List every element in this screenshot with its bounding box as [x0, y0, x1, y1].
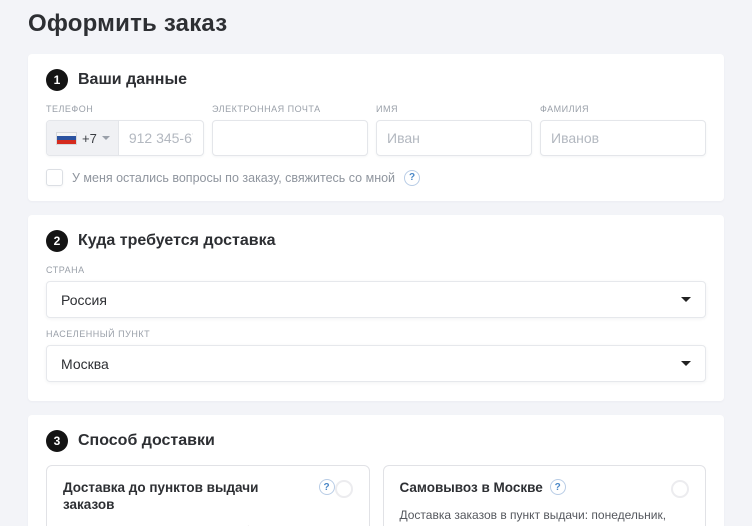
chevron-down-icon: [102, 136, 110, 140]
city-field-group: Населенный пункт Москва: [46, 329, 706, 382]
section-personal-title: Ваши данные: [78, 71, 187, 89]
section-personal-header: 1 Ваши данные: [46, 69, 706, 91]
last-name-field-group: Фамилия: [540, 104, 706, 156]
first-name-label: Имя: [376, 104, 532, 114]
delivery-option-title: Доставка до пунктов выдачи заказов: [63, 480, 312, 514]
delivery-option-help-icon[interactable]: ?: [550, 479, 566, 495]
country-select-value: Россия: [61, 292, 107, 308]
email-input[interactable]: [213, 121, 367, 155]
last-name-label: Фамилия: [540, 104, 706, 114]
section-personal-data: 1 Ваши данные Телефон +7 Эл: [28, 54, 724, 201]
checkout-page: Оформить заказ 1 Ваши данные Телефон +7: [0, 0, 752, 526]
delivery-option-pickup-points[interactable]: Доставка до пунктов выдачи заказов ? 5po…: [46, 465, 370, 526]
callback-checkbox-row: У меня остались вопросы по заказу, свяжи…: [46, 169, 706, 186]
delivery-option-title: Самовывоз в Москве: [400, 480, 543, 497]
delivery-options-row: Доставка до пунктов выдачи заказов ? 5po…: [46, 465, 706, 526]
step-1-badge: 1: [46, 69, 68, 91]
section-method-header: 3 Способ доставки: [46, 430, 706, 452]
section-method-title: Способ доставки: [78, 432, 215, 450]
email-label: Электронная почта: [212, 104, 368, 114]
delivery-option-radio[interactable]: [671, 480, 689, 498]
city-select-value: Москва: [61, 356, 109, 372]
first-name-input[interactable]: [377, 121, 531, 155]
page-title: Оформить заказ: [28, 10, 724, 38]
delivery-option-description: 5post, CDEK. Доставка от 2-х рабочих дне…: [63, 522, 353, 526]
country-field-group: Страна Россия: [46, 265, 706, 318]
personal-fields-row: Телефон +7 Электронная почта: [46, 104, 706, 156]
step-2-badge: 2: [46, 230, 68, 252]
first-name-input-wrap: [376, 120, 532, 156]
section-location-header: 2 Куда требуется доставка: [46, 230, 706, 252]
section-delivery-location: 2 Куда требуется доставка Страна Россия …: [28, 215, 724, 401]
last-name-input[interactable]: [541, 121, 705, 155]
option-head: Самовывоз в Москве ?: [400, 480, 690, 498]
delivery-option-help-icon[interactable]: ?: [319, 479, 335, 495]
step-3-badge: 3: [46, 430, 68, 452]
callback-help-icon[interactable]: ?: [404, 170, 420, 186]
callback-checkbox[interactable]: [46, 169, 63, 186]
phone-country-code: +7: [82, 131, 97, 146]
phone-input-wrap: +7: [46, 120, 204, 156]
country-select[interactable]: Россия: [46, 281, 706, 318]
chevron-down-icon: [681, 297, 691, 302]
city-select[interactable]: Москва: [46, 345, 706, 382]
section-delivery-method: 3 Способ доставки Доставка до пунктов вы…: [28, 415, 724, 526]
email-input-wrap: [212, 120, 368, 156]
phone-input[interactable]: [119, 121, 203, 155]
phone-country-code-selector[interactable]: +7: [47, 121, 119, 155]
chevron-down-icon: [681, 361, 691, 366]
delivery-option-description: Доставка заказов в пункт выдачи: понедел…: [400, 506, 690, 526]
section-location-title: Куда требуется доставка: [78, 232, 276, 250]
city-label: Населенный пункт: [46, 329, 706, 339]
country-label: Страна: [46, 265, 706, 275]
last-name-input-wrap: [540, 120, 706, 156]
delivery-option-self-pickup[interactable]: Самовывоз в Москве ? Доставка заказов в …: [383, 465, 707, 526]
email-field-group: Электронная почта: [212, 104, 368, 156]
phone-label: Телефон: [46, 104, 204, 114]
first-name-field-group: Имя: [376, 104, 532, 156]
delivery-option-radio[interactable]: [335, 480, 353, 498]
phone-field-group: Телефон +7: [46, 104, 204, 156]
option-head: Доставка до пунктов выдачи заказов ?: [63, 480, 353, 514]
russia-flag-icon: [56, 132, 77, 145]
callback-checkbox-label: У меня остались вопросы по заказу, свяжи…: [72, 171, 395, 185]
